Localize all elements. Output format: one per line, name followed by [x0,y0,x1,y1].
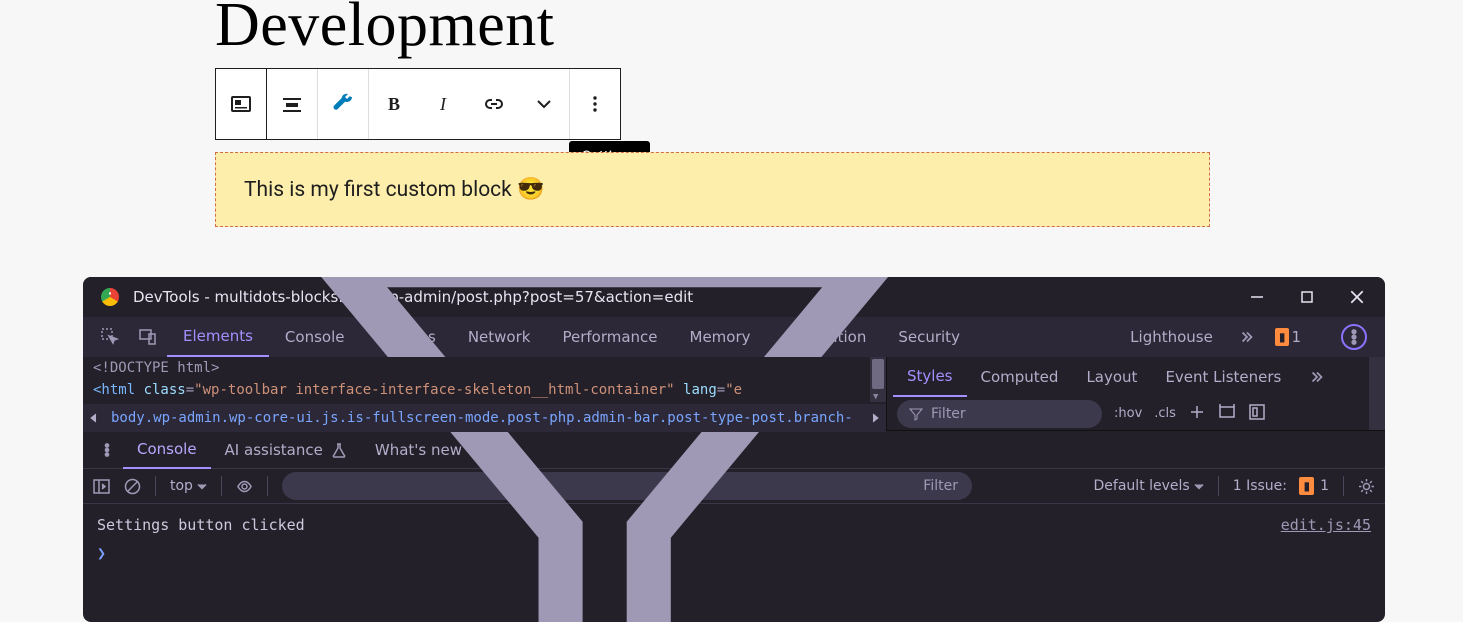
styles-panel: Styles Computed Layout Event Listeners F… [886,357,1369,430]
device-toggle-button[interactable] [129,317,167,357]
more-vertical-icon [583,92,607,116]
emoji-cool-icon: 😎 [517,177,544,202]
drawer-close-button[interactable] [1361,442,1377,458]
drawer-menu-button[interactable] [91,431,123,469]
hov-toggle[interactable]: :hov [1114,406,1142,421]
link-icon [482,92,506,116]
settings-gear-button[interactable] [1311,317,1331,357]
italic-icon: I [432,92,456,116]
log-levels-selector[interactable]: Default levels [1094,478,1204,495]
svg-text:B: B [388,94,400,114]
chrome-icon [101,288,119,306]
code-doctype[interactable]: <!DOCTYPE html> [83,357,886,379]
chevron-down-icon [532,92,556,116]
console-toolbar: top Filter Default levels 1 Issue: ▮1 [83,468,1385,504]
custom-block[interactable]: This is my first custom block 😎 [215,152,1210,227]
wrench-icon [331,92,355,116]
issues-link[interactable]: 1 Issue: ▮1 [1233,477,1329,495]
tab-event-listeners[interactable]: Event Listeners [1151,357,1295,397]
svg-text:I: I [439,94,447,114]
inspect-button[interactable] [91,317,129,357]
computed-toggle-button[interactable] [1248,403,1266,425]
issues-badge[interactable]: ▮1 [1265,317,1311,357]
maximize-button[interactable] [1297,287,1317,307]
tab-elements[interactable]: Elements [167,317,269,357]
log-source-link[interactable]: edit.js:45 [1281,516,1371,534]
breadcrumb-right[interactable] [864,404,886,432]
toggle-sidebar-button[interactable] [93,478,110,495]
link-button[interactable] [469,69,519,139]
console-filter-input[interactable]: Filter [282,472,972,500]
more-tabs-button[interactable] [1229,317,1265,357]
block-toolbar: B I [215,68,621,140]
tab-lighthouse[interactable]: Lighthouse [1114,317,1229,357]
tab-computed[interactable]: Computed [967,357,1073,397]
log-message: Settings button clicked [97,516,1281,534]
clear-console-button[interactable] [124,478,141,495]
settings-button[interactable] [318,69,368,139]
block-type-button[interactable] [216,69,266,139]
block-type-icon [229,92,253,116]
tab-layout[interactable]: Layout [1072,357,1151,397]
context-selector[interactable]: top [170,478,207,495]
console-settings-button[interactable] [1358,478,1375,495]
new-style-button[interactable] [1188,403,1206,425]
page-title[interactable]: Development [215,0,1210,61]
breadcrumb-row: body.wp-admin.wp-core-ui.js.is-fullscree… [83,404,886,432]
elements-panel[interactable]: <!DOCTYPE html> <html class="wp-toolbar … [83,357,886,430]
styles-filter-input[interactable]: Filter [897,400,1102,428]
bold-button[interactable]: B [369,69,419,139]
cls-toggle[interactable]: .cls [1154,406,1176,421]
live-expression-button[interactable] [236,478,253,495]
warning-icon: ▮ [1275,328,1290,346]
breadcrumb[interactable]: body.wp-admin.wp-core-ui.js.is-fullscree… [105,410,864,426]
options-button[interactable] [570,69,620,139]
breadcrumb-left[interactable] [83,404,105,432]
code-html-tag[interactable]: <html class="wp-toolbar interface-interf… [83,379,886,401]
close-button[interactable] [1347,287,1367,307]
italic-button[interactable]: I [419,69,469,139]
scrollbar[interactable] [1369,357,1385,430]
minimize-button[interactable] [1247,287,1267,307]
bold-icon: B [382,92,406,116]
drawer-tab-console[interactable]: Console [123,431,211,469]
styles-more-tabs[interactable] [1295,357,1339,397]
flexbox-overlay-button[interactable] [1218,403,1236,425]
scrollbar[interactable]: ▲ ▼ [870,357,886,402]
align-icon [280,92,304,116]
more-menu-button[interactable] [1331,317,1377,357]
block-text: This is my first custom block [244,178,517,202]
filter-icon [296,277,913,622]
align-button[interactable] [267,69,317,139]
devtools-window: DevTools - multidots-blocks.test/wp-admi… [83,277,1385,622]
more-rich-text-button[interactable] [519,69,569,139]
warning-icon: ▮ [1299,477,1314,495]
